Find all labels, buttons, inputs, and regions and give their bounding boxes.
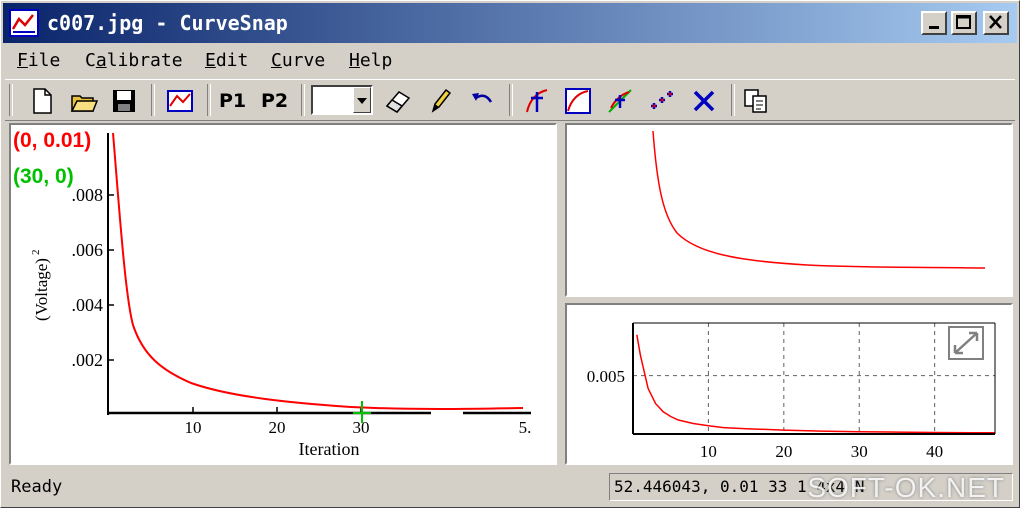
menu-curve-label: urve	[281, 50, 326, 71]
preview-x-tick-label: 10	[700, 442, 717, 461]
y-tick-label: .004	[72, 295, 104, 315]
menu-edit-accel: E	[205, 50, 216, 71]
undo-icon[interactable]	[467, 86, 497, 116]
copy-icon[interactable]	[741, 86, 771, 116]
y-tick-label: .006	[72, 240, 104, 260]
menu-bar: File Calibrate Edit Curve Help	[3, 45, 1017, 77]
move-point-icon[interactable]	[605, 86, 635, 116]
y-tick-label: .008	[72, 185, 104, 205]
preview-x-tick-label: 40	[926, 442, 943, 461]
toolbar: P1 P2	[5, 79, 1015, 121]
status-text: Ready	[11, 477, 63, 497]
menu-edit-label: dit	[215, 50, 249, 71]
zoom-view[interactable]	[565, 123, 1013, 297]
zoom-image	[652, 130, 986, 269]
menu-calibrate-label: librate	[106, 50, 183, 71]
x-axis-label: Iteration	[299, 439, 360, 459]
menu-file[interactable]: File	[17, 49, 60, 73]
pencil-icon[interactable]	[425, 86, 455, 116]
y-axis-label: (Voltage)	[32, 258, 51, 321]
preview-chart-panel[interactable]: 0.005 10 20 30 40	[565, 303, 1013, 465]
menu-edit[interactable]: Edit	[205, 49, 248, 73]
toolbar-separator	[151, 84, 155, 116]
maximize-button[interactable]	[951, 11, 977, 35]
expand-icon[interactable]	[948, 326, 984, 360]
plot-image: .008 .006 .004 .002 10 20 30 5. Iteratio…	[30, 132, 532, 459]
menu-help[interactable]: Help	[349, 49, 392, 73]
menu-help-label: elp	[359, 50, 393, 71]
watermark-text: SOFT-OK.NET	[807, 472, 1005, 503]
toolbar-grip	[9, 84, 13, 116]
x-tick-label: 5.	[519, 418, 532, 437]
data-curve[interactable]	[112, 132, 524, 410]
x-tick-label: 10	[185, 418, 202, 437]
menu-file-label: ile	[27, 50, 61, 71]
zoom-curve	[652, 130, 986, 269]
plot-area	[633, 323, 995, 434]
toolbar-separator	[207, 84, 211, 116]
add-point-icon[interactable]	[521, 86, 551, 116]
menu-help-accel: H	[349, 50, 360, 71]
preview-y-tick-label: 0.005	[587, 367, 625, 386]
menu-curve-accel: C	[271, 50, 282, 71]
preview-x-tick-label: 20	[775, 442, 792, 461]
app-icon	[9, 9, 39, 37]
new-file-icon[interactable]	[27, 86, 57, 116]
calibration-label-p2: (30, 0)	[13, 165, 74, 188]
save-icon[interactable]	[109, 86, 139, 116]
minimize-button[interactable]	[921, 11, 947, 35]
calibration-label-p1: (0, 0.01)	[13, 129, 92, 152]
p1-button[interactable]: P1	[219, 88, 246, 114]
chart-icon[interactable]	[165, 86, 195, 116]
menu-calibrate-pre: C	[85, 50, 96, 71]
toolbar-separator	[731, 84, 735, 116]
app-window: c007.jpg - CurveSnap File Calibrate Edit…	[0, 0, 1020, 508]
eraser-icon[interactable]	[383, 86, 413, 116]
p2-button[interactable]: P2	[261, 88, 288, 114]
menu-calibrate[interactable]: Calibrate	[85, 49, 183, 73]
delete-point-icon[interactable]	[689, 86, 719, 116]
menu-curve[interactable]: Curve	[271, 49, 325, 73]
toolbar-separator	[301, 84, 305, 116]
y-tick-label: .002	[72, 350, 104, 370]
y-axis-label-group: (Voltage) 2	[30, 250, 51, 322]
preview-chart: 0.005 10 20 30 40	[587, 322, 996, 461]
window-title: c007.jpg - CurveSnap	[47, 11, 288, 35]
y-axis-label-superscript: 2	[30, 250, 42, 256]
auto-trace-icon[interactable]	[647, 86, 677, 116]
close-button[interactable]	[983, 11, 1009, 35]
color-dropdown[interactable]	[311, 85, 373, 115]
menu-calibrate-accel: a	[95, 50, 107, 71]
menu-file-accel: F	[17, 50, 28, 71]
image-canvas[interactable]: .008 .006 .004 .002 10 20 30 5. Iteratio…	[9, 123, 557, 465]
draw-curve-icon[interactable]	[563, 86, 593, 116]
x-tick-label: 20	[269, 418, 286, 437]
title-bar[interactable]: c007.jpg - CurveSnap	[3, 3, 1017, 43]
toolbar-separator	[509, 84, 513, 116]
open-folder-icon[interactable]	[69, 86, 99, 116]
preview-x-tick-label: 30	[851, 442, 868, 461]
chevron-down-icon[interactable]	[353, 87, 371, 113]
